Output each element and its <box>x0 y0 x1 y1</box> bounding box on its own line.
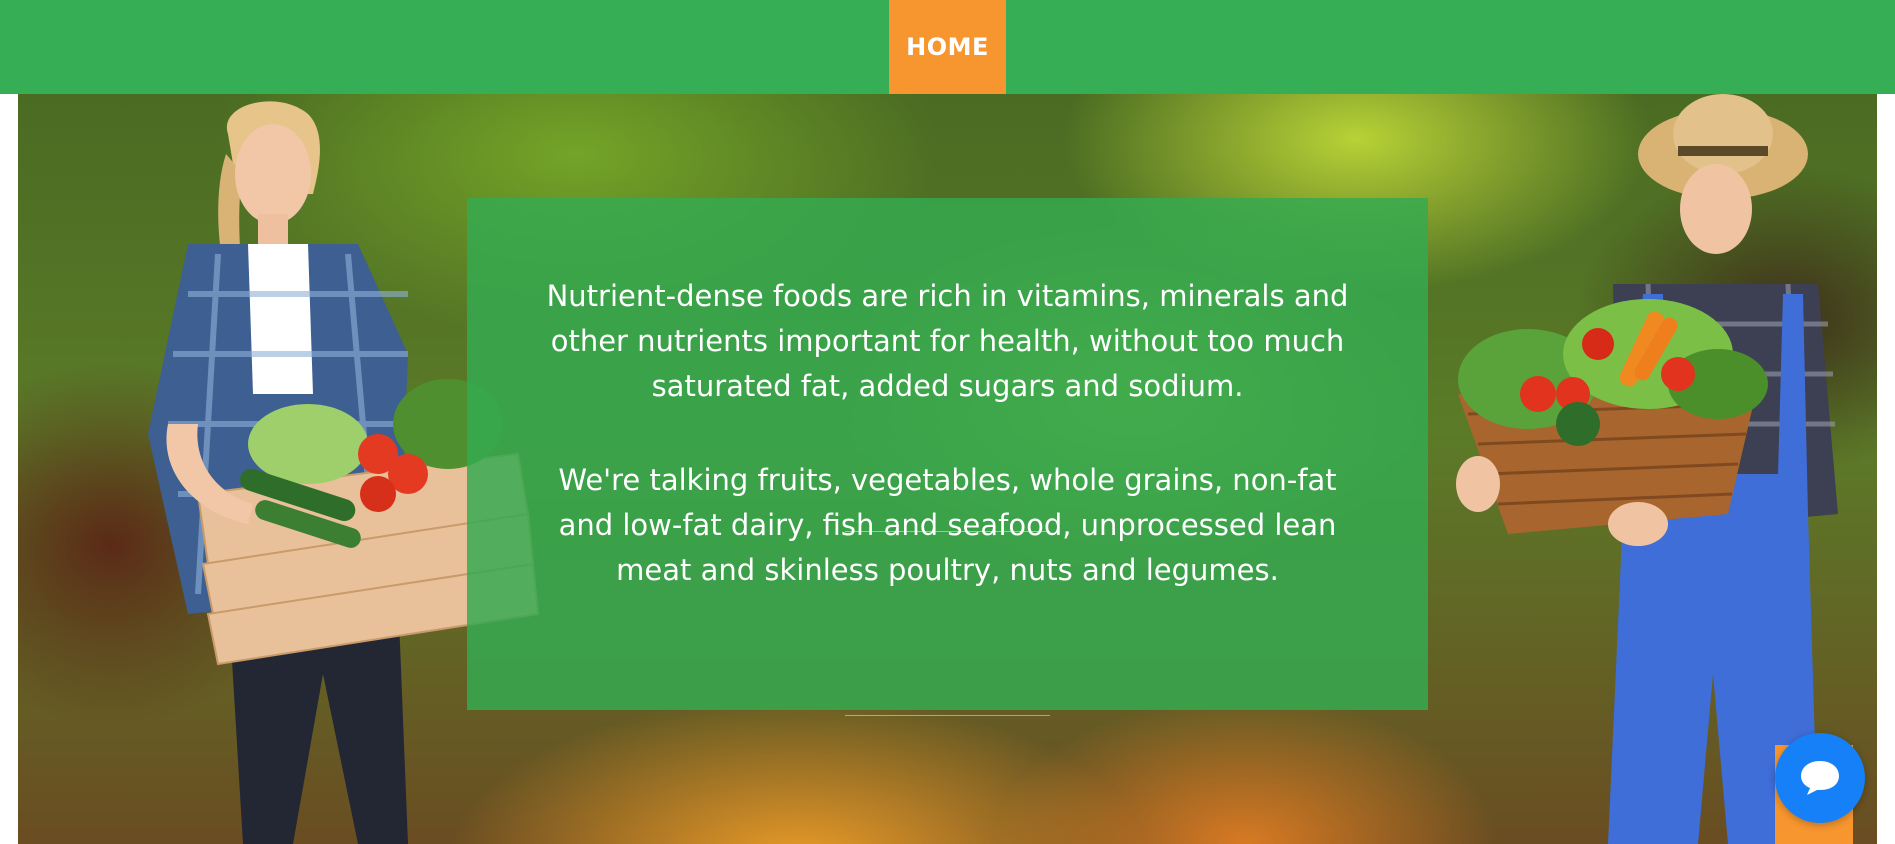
divider-line <box>845 715 1050 716</box>
info-panel: Nutrient-dense foods are rich in vitamin… <box>467 198 1428 716</box>
info-paragraph-1: Nutrient-dense foods are rich in vitamin… <box>546 279 1349 403</box>
top-navigation-bar: HOME <box>0 0 1895 94</box>
nav-home-link[interactable]: HOME <box>889 0 1006 94</box>
farmer-man-image <box>1456 94 1838 844</box>
info-paragraph-2: We're talking fruits, vegetables, whole … <box>558 463 1337 587</box>
chat-button[interactable] <box>1775 733 1865 823</box>
chat-bubble-icon <box>1801 761 1839 795</box>
hero-banner: Nutrient-dense foods are rich in vitamin… <box>18 94 1877 844</box>
